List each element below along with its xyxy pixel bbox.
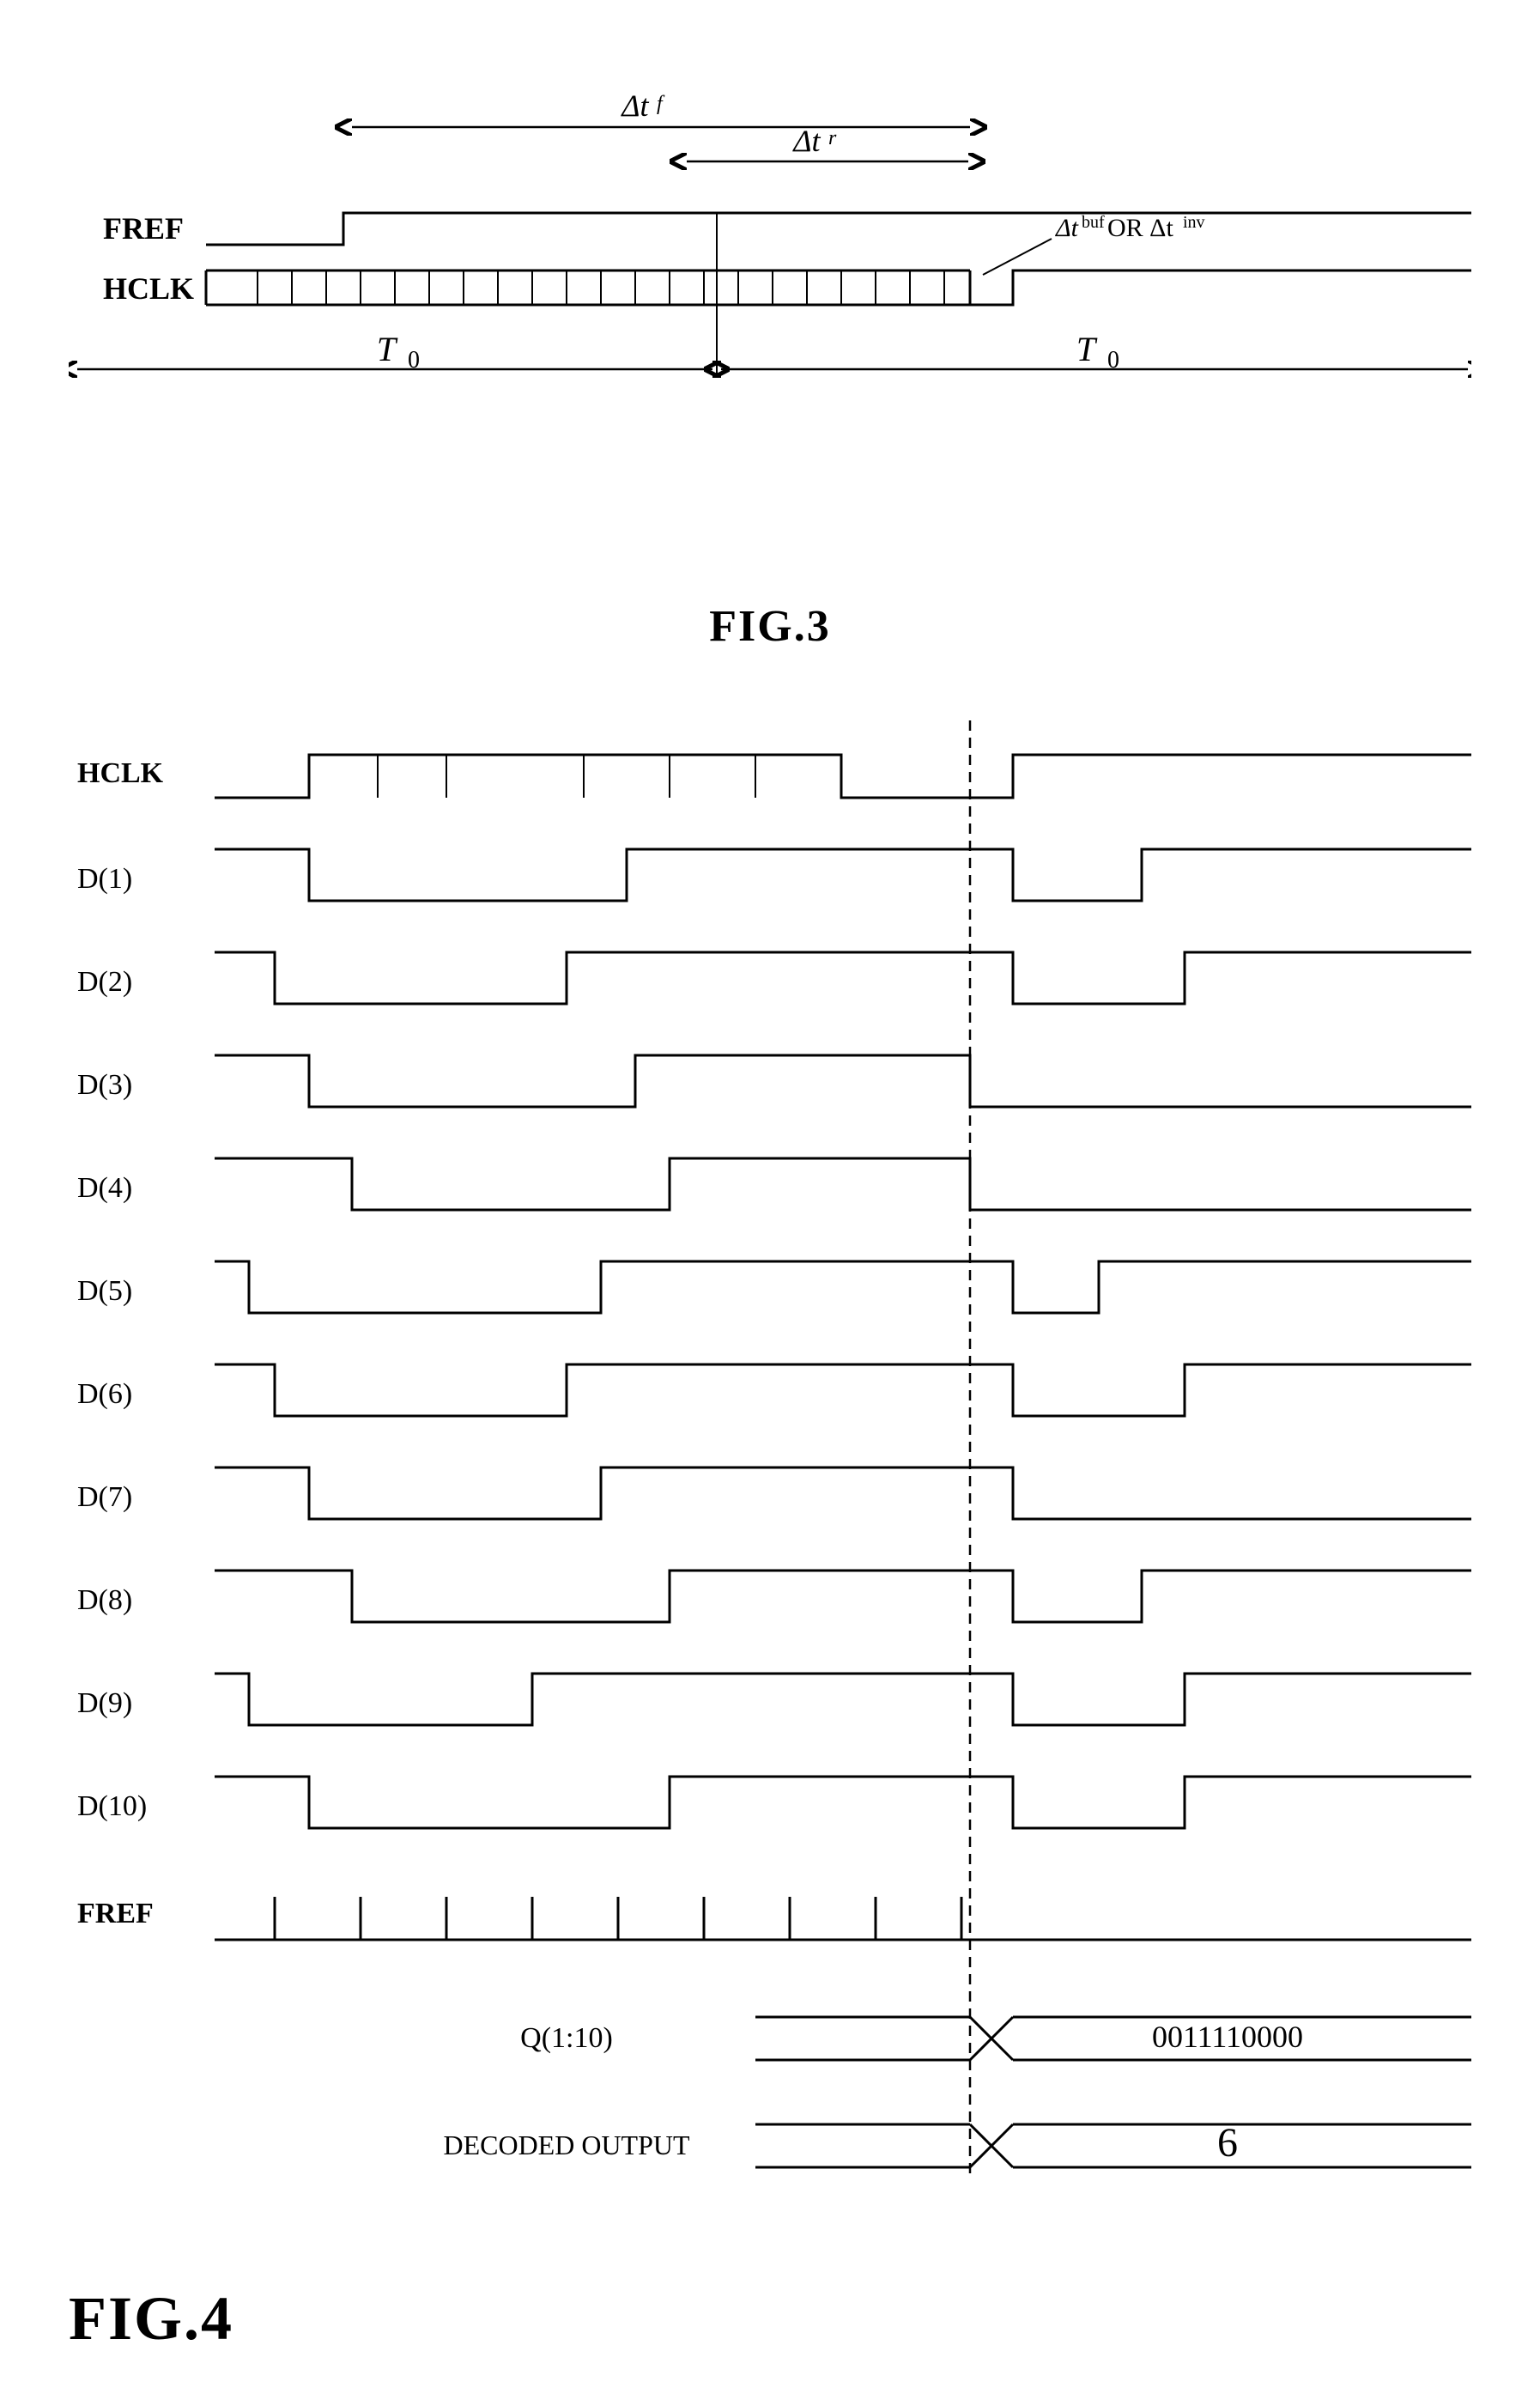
fig4-d7-label: D(7) (77, 1481, 132, 1513)
fig4-q110-val: 0011110000 (1152, 2020, 1303, 2054)
svg-text:r: r (828, 127, 837, 149)
svg-text:0: 0 (1107, 347, 1119, 374)
page: Δt f Δt r FREF HCLK (0, 0, 1540, 2406)
fig4-d5-label: D(5) (77, 1275, 132, 1307)
svg-text:OR Δt: OR Δt (1107, 214, 1173, 242)
fig4-d10-label: D(10) (77, 1790, 147, 1822)
svg-text:buf: buf (1082, 213, 1105, 232)
svg-text:Δt: Δt (791, 124, 821, 158)
fig4-d9-label: D(9) (77, 1687, 132, 1719)
fig4-decoded-val: 6 (1217, 2120, 1238, 2166)
fig3-diagram: Δt f Δt r FREF HCLK (69, 86, 1471, 584)
fig4-d2-label: D(2) (77, 966, 132, 998)
fig4-hclk-label: HCLK (77, 757, 164, 789)
fig4-svg: HCLK D(1) D(2) D(3) D(4) (69, 720, 1471, 2266)
fig4-d8-label: D(8) (77, 1584, 132, 1616)
fig4-d4-label: D(4) (77, 1172, 132, 1204)
svg-text:inv: inv (1183, 213, 1205, 232)
fig4-diagram: HCLK D(1) D(2) D(3) D(4) (69, 720, 1471, 2354)
fig4-d6-label: D(6) (77, 1378, 132, 1410)
svg-text:f: f (657, 93, 665, 115)
fig3-hclk-label: HCLK (103, 271, 194, 306)
fig4-q110-label: Q(1:10) (520, 2022, 613, 2054)
fig4-fref-label: FREF (77, 1898, 154, 1929)
svg-text:Δt: Δt (1055, 214, 1079, 242)
fig3-label-text: FIG.3 (709, 602, 830, 651)
fig4-caption: FIG.4 (69, 2283, 1471, 2354)
fig4-d3-label: D(3) (77, 1069, 132, 1101)
fig4-d1-label: D(1) (77, 863, 132, 895)
fig3-caption: FIG.3 (69, 601, 1471, 652)
fig4-decoded-label: DECODED OUTPUT (443, 2130, 690, 2160)
fig3-svg: Δt f Δt r FREF HCLK (69, 86, 1471, 532)
fig4-label-text: FIG.4 (69, 2284, 233, 2353)
fig3-t0-right: T (1076, 330, 1098, 368)
fig3-fref-label: FREF (103, 211, 184, 246)
fig3-t0-left: T (377, 330, 398, 368)
svg-text:Δt: Δt (620, 88, 649, 123)
svg-text:0: 0 (408, 347, 420, 374)
